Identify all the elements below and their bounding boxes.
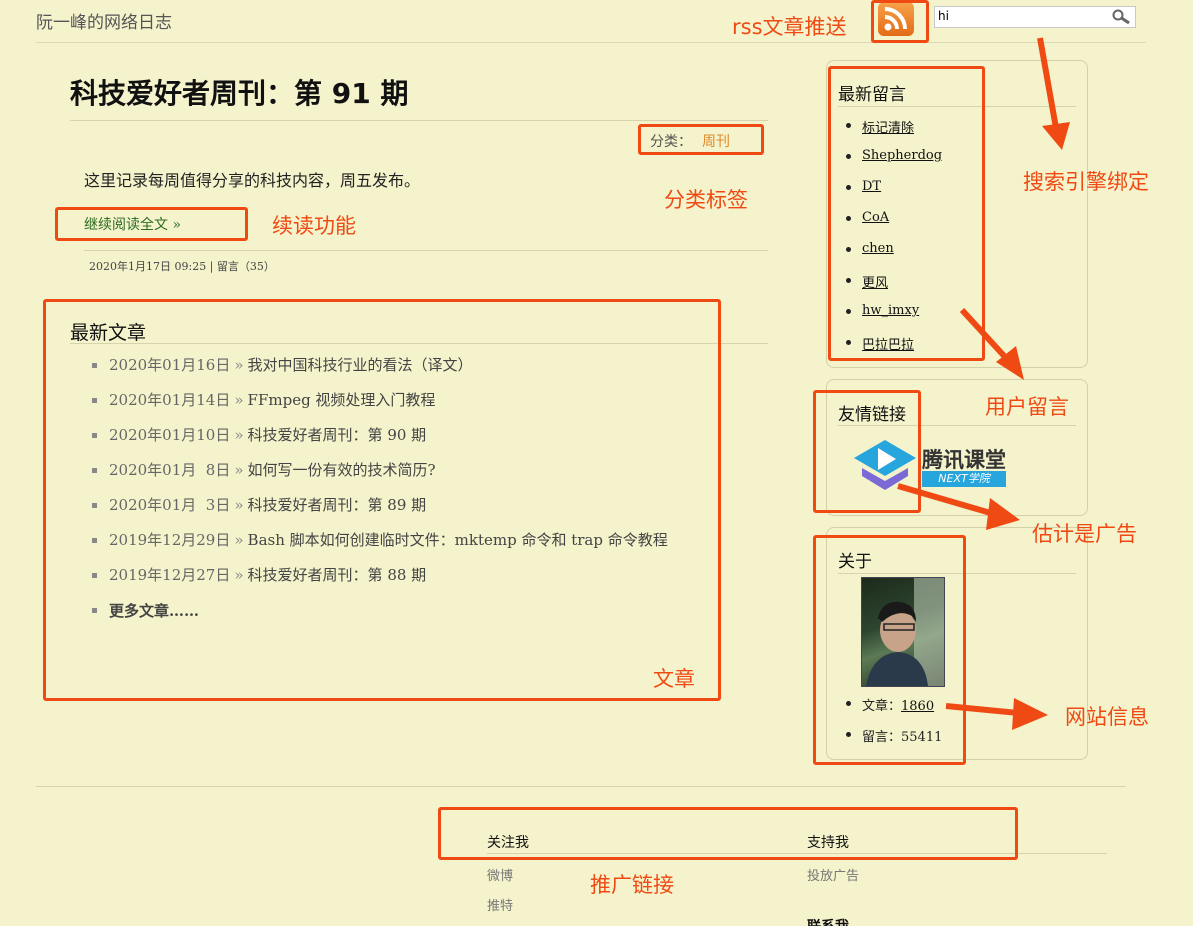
arrow-site-info <box>945 703 1019 716</box>
arrow-ads <box>897 483 995 517</box>
annotation-arrows <box>897 37 1070 730</box>
arrow-ads-head <box>986 498 1020 530</box>
arrow-search-head <box>1042 122 1070 150</box>
arrow-site-info-head <box>1012 698 1048 730</box>
arrow-search <box>1037 37 1059 129</box>
arrow-comments <box>959 307 1009 361</box>
